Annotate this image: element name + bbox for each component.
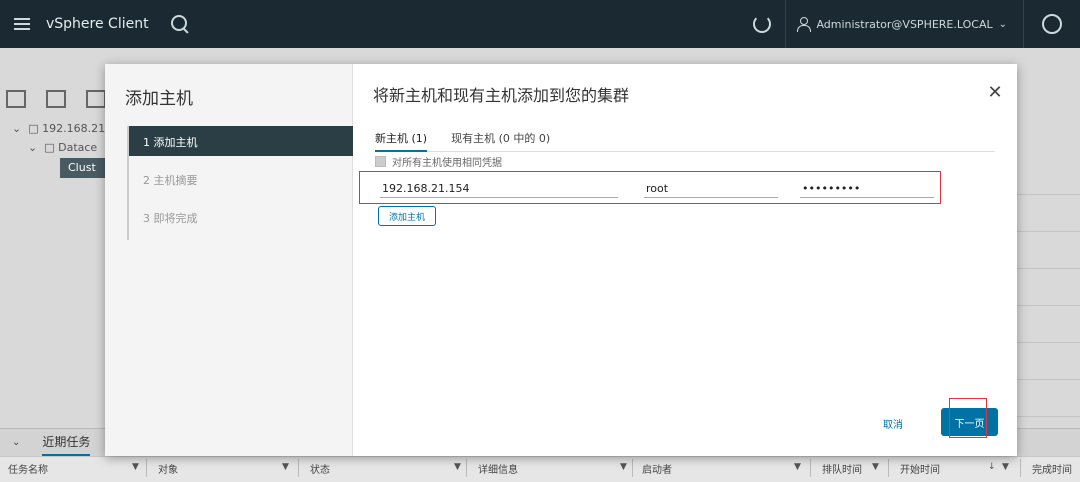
column-details[interactable]: 详细信息 ▼ xyxy=(478,461,627,476)
filter-icon[interactable]: ▼ xyxy=(794,462,801,472)
column-start-time[interactable]: 开始时间 ↓ ▼ xyxy=(900,461,1009,476)
same-credentials-label: 对所有主机使用相同凭据 xyxy=(392,158,502,169)
filter-icon[interactable]: ▼ xyxy=(132,462,139,472)
wizard-step-add-host[interactable]: 1 添加主机 xyxy=(129,126,353,156)
app-title: vSphere Client xyxy=(46,16,149,32)
refresh-icon[interactable] xyxy=(753,15,772,33)
cancel-button[interactable]: 取消 xyxy=(883,416,903,431)
column-queued-time[interactable]: 排队时间 ▼ xyxy=(822,461,879,476)
same-credentials-option: 对所有主机使用相同凭据 xyxy=(375,154,502,169)
vms-templates-icon[interactable] xyxy=(46,90,66,108)
column-object[interactable]: 对象 ▼ xyxy=(158,461,289,476)
filter-icon[interactable]: ▼ xyxy=(620,462,627,472)
add-host-dialog: 添加主机 1 添加主机 2 主机摘要 3 即将完成 将新主机和现有主机添加到您的… xyxy=(105,64,1017,456)
wizard-title: 添加主机 xyxy=(125,89,193,109)
column-task-name[interactable]: 任务名称 ▼ xyxy=(8,461,139,476)
wizard-content: 将新主机和现有主机添加到您的集群 ✕ 新主机 (1) 现有主机 (0 中的 0)… xyxy=(353,64,1017,456)
page-title: 将新主机和现有主机添加到您的集群 xyxy=(373,86,630,105)
column-completion-time[interactable]: 完成时间 xyxy=(1032,461,1072,476)
feedback-icon[interactable] xyxy=(1042,14,1062,34)
host-tabs: 新主机 (1) 现有主机 (0 中的 0) xyxy=(375,128,995,152)
tree-item-vcenter[interactable]: ⌄ □ 192.168.21.1 xyxy=(12,122,116,135)
sort-desc-icon[interactable]: ↓ xyxy=(988,462,996,472)
username-input[interactable] xyxy=(644,180,778,198)
same-credentials-checkbox[interactable] xyxy=(375,156,386,167)
column-status[interactable]: 状态 ▼ xyxy=(310,461,461,476)
chevron-down-icon[interactable]: ⌄ xyxy=(12,437,20,448)
header-divider xyxy=(785,0,787,48)
wizard-steps: 1 添加主机 2 主机摘要 3 即将完成 xyxy=(127,126,353,240)
nav-icon-tabs xyxy=(6,90,106,108)
menu-icon[interactable] xyxy=(14,18,30,30)
wizard-step-ready-to-complete: 3 即将完成 xyxy=(143,212,198,225)
host-entry-row xyxy=(359,171,941,204)
add-host-button[interactable]: 添加主机 xyxy=(378,206,437,226)
tree-item-datacenter[interactable]: ⌄ □ Datace xyxy=(28,141,97,154)
filter-icon[interactable]: ▼ xyxy=(454,462,461,472)
storage-icon[interactable] xyxy=(86,90,106,108)
filter-icon[interactable]: ▼ xyxy=(872,462,879,472)
tree-item-cluster[interactable]: Clust xyxy=(60,158,110,178)
header-divider xyxy=(1023,0,1024,48)
background-rows xyxy=(1016,158,1080,458)
search-icon[interactable] xyxy=(170,15,189,33)
wizard-sidebar: 添加主机 1 添加主机 2 主机摘要 3 即将完成 xyxy=(105,64,353,456)
tab-existing-hosts[interactable]: 现有主机 (0 中的 0) xyxy=(451,128,550,151)
user-icon xyxy=(796,17,812,32)
tasks-table-header: 任务名称 ▼ 对象 ▼ 状态 ▼ 详细信息 ▼ 启动者 ▼ 排队时间 ▼ 开始时间 ↓ ▼ 完成… xyxy=(0,456,1080,482)
tab-recent-tasks[interactable]: 近期任务 xyxy=(42,433,91,456)
top-header: vSphere Client Administrator@VSPHERE.LOC… xyxy=(0,0,1080,48)
column-initiator[interactable]: 启动者 ▼ xyxy=(642,461,801,476)
user-menu[interactable]: Administrator@VSPHERE.LOCAL xyxy=(816,18,992,31)
tab-new-hosts[interactable]: 新主机 (1) xyxy=(375,128,428,152)
hosts-clusters-icon[interactable] xyxy=(6,90,26,108)
password-input[interactable] xyxy=(800,180,934,198)
host-address-input[interactable] xyxy=(380,180,618,198)
close-icon[interactable]: ✕ xyxy=(987,84,1003,102)
filter-icon[interactable]: ▼ xyxy=(1002,462,1009,472)
wizard-step-host-summary: 2 主机摘要 xyxy=(143,174,198,187)
next-button[interactable]: 下一页 xyxy=(941,408,998,436)
filter-icon[interactable]: ▼ xyxy=(282,462,289,472)
chevron-down-icon[interactable]: ⌄ xyxy=(999,19,1007,30)
